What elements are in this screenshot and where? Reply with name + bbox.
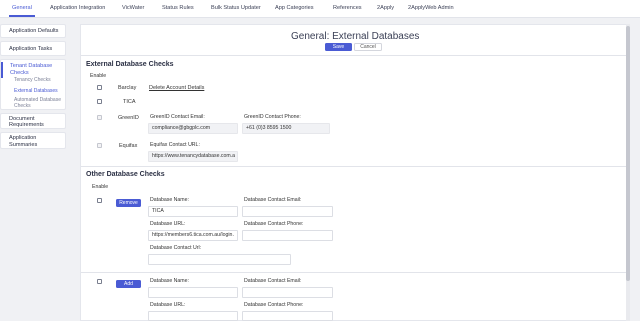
enable-checkbox-other-1[interactable] xyxy=(97,198,102,203)
tab-vicwater[interactable]: VicWater xyxy=(122,5,144,11)
tab-general[interactable]: General xyxy=(12,5,32,11)
section-title-external: External Database Checks xyxy=(86,61,174,68)
sidebar-item-application-summaries[interactable]: Application Summaries xyxy=(0,132,66,149)
divider xyxy=(81,272,626,273)
db-name-field[interactable]: TICA xyxy=(148,206,238,217)
db-email-field[interactable] xyxy=(242,206,333,217)
sidebar-item-application-tasks[interactable]: Application Tasks xyxy=(0,41,66,56)
db-name-tica: TICA xyxy=(123,99,136,105)
new-db-email-label: Database Contact Email: xyxy=(244,278,302,284)
sidebar-subitem-automated-database-checks[interactable]: Automated Database Checks xyxy=(14,97,66,109)
enable-checkbox-other-new[interactable] xyxy=(97,279,102,284)
db-name-label: Database Name: xyxy=(150,197,189,203)
add-button[interactable]: Add xyxy=(116,280,141,288)
tab-status-rules[interactable]: Status Rules xyxy=(162,5,194,11)
db-url-label: Database URL: xyxy=(150,221,186,227)
sidebar-subitem-external-databases[interactable]: External Databases xyxy=(14,88,58,95)
equifax-url-label: Equifax Contact URL: xyxy=(150,142,200,148)
cancel-button[interactable]: Cancel xyxy=(354,43,382,51)
new-db-name-field[interactable] xyxy=(148,287,238,298)
tab-references[interactable]: References xyxy=(333,5,362,11)
active-tab-indicator xyxy=(9,15,35,17)
remove-button[interactable]: Remove xyxy=(116,199,141,207)
new-db-url-label: Database URL: xyxy=(150,302,186,308)
greenid-phone-field[interactable]: +61 (0)3 8595 1500 xyxy=(242,123,330,134)
sidebar-item-label: Application Defaults xyxy=(9,28,59,34)
greenid-email-field[interactable]: compliance@gbgplc.com xyxy=(148,123,238,134)
sidebar-item-application-defaults[interactable]: Application Defaults xyxy=(0,24,66,38)
db-contact-url-label: Database Contact Url: xyxy=(150,245,202,251)
greenid-phone-label: GreenID Contact Phone: xyxy=(244,114,301,120)
divider xyxy=(81,55,626,56)
enable-checkbox-tica[interactable] xyxy=(97,99,102,104)
enable-label: Enable xyxy=(92,184,109,190)
tab-bulk-status-updater[interactable]: Bulk Status Updater xyxy=(211,5,261,11)
top-nav: General Application Integration VicWater… xyxy=(0,0,640,18)
active-indicator xyxy=(1,62,3,78)
page-title: General: External Databases xyxy=(291,31,420,42)
tab-app-categories[interactable]: App Categories xyxy=(275,5,314,11)
save-button[interactable]: Save xyxy=(325,43,352,51)
enable-checkbox-greenid[interactable] xyxy=(97,115,102,120)
new-db-phone-label: Database Contact Phone: xyxy=(244,302,304,308)
enable-checkbox-barclay[interactable] xyxy=(97,85,102,90)
tab-2apply[interactable]: 2Apply xyxy=(377,5,394,11)
enable-checkbox-equifax[interactable] xyxy=(97,143,102,148)
new-db-phone-field[interactable] xyxy=(242,311,333,321)
sidebar-item-label: Application Summaries xyxy=(9,135,38,148)
sidebar-item-label: Application Tasks xyxy=(9,46,53,52)
db-phone-field[interactable] xyxy=(242,230,333,241)
sidebar-subitem-tenancy-checks[interactable]: Tenancy Checks xyxy=(14,77,51,84)
sidebar-item-document-requirements[interactable]: Document Requirements xyxy=(0,113,66,129)
db-phone-label: Database Contact Phone: xyxy=(244,221,304,227)
scrollbar-thumb[interactable] xyxy=(626,26,630,281)
sidebar-item-label: Tenant Database Checks xyxy=(10,63,53,76)
db-name-barclay: Barclay xyxy=(118,85,137,91)
new-db-url-field[interactable] xyxy=(148,311,238,321)
divider xyxy=(81,166,626,167)
db-name-greenid: GreenID xyxy=(118,115,139,121)
new-db-name-label: Database Name: xyxy=(150,278,189,284)
new-db-email-field[interactable] xyxy=(242,287,333,298)
greenid-email-label: GreenID Contact Email: xyxy=(150,114,205,120)
equifax-url-field[interactable]: https://www.tenancydatabase.com.a xyxy=(148,151,238,162)
db-email-label: Database Contact Email: xyxy=(244,197,302,203)
tab-2applyweb-admin[interactable]: 2ApplyWeb Admin xyxy=(408,5,454,11)
delete-account-details-link[interactable]: Delete Account Details xyxy=(149,85,204,91)
sidebar-item-label: Document Requirements xyxy=(9,115,44,129)
db-contact-url-field[interactable] xyxy=(148,254,291,265)
tab-application-integration[interactable]: Application Integration xyxy=(50,5,105,11)
section-title-other: Other Database Checks xyxy=(86,171,165,178)
enable-label: Enable xyxy=(90,73,107,79)
db-name-equifax: Equifax xyxy=(119,143,138,149)
sidebar-item-tenant-database-checks[interactable]: Tenant Database Checks Tenancy Checks Ex… xyxy=(0,59,66,110)
db-url-field[interactable]: https://members6.tica.com.au/login. xyxy=(148,230,238,241)
